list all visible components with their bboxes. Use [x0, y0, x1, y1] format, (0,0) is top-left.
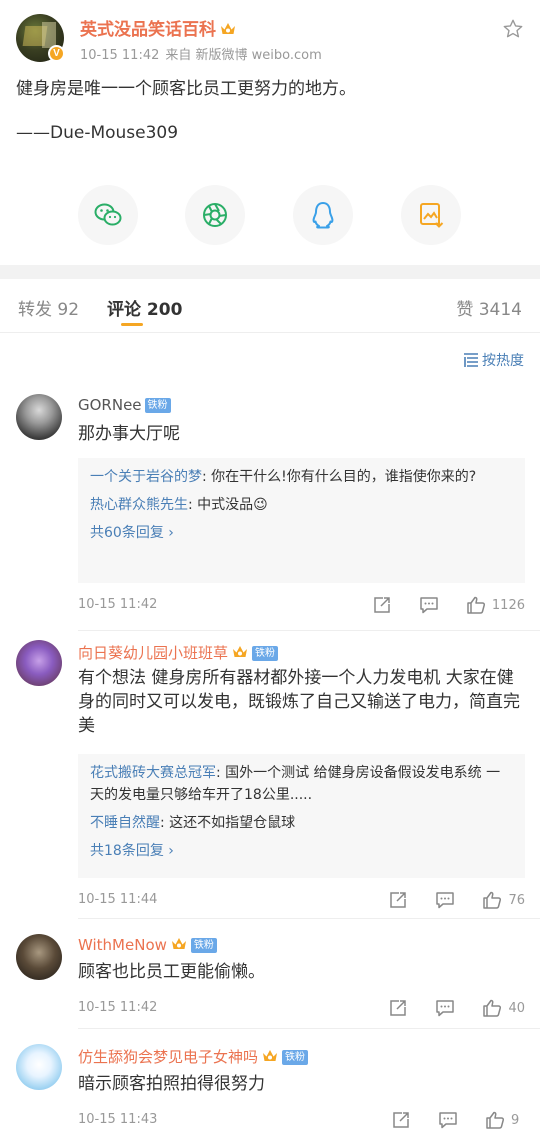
tab-bar: 转发 92 评论 200 赞 3414	[0, 279, 540, 333]
moments-icon	[203, 203, 227, 227]
qq-icon	[312, 202, 334, 229]
post-text: 健身房是唯一一个顾客比员工更努力的地方。 ——Due-Mouse309	[16, 79, 356, 143]
commenter-avatar[interactable]	[16, 640, 62, 686]
reply-icon[interactable]	[435, 890, 455, 910]
comment-footer: 10-15 11:42 1126	[78, 595, 525, 615]
share-icon[interactable]	[388, 998, 408, 1018]
weibo-post: V 英式没品笑话百科 10-15 11:42 来自 新版微博 weibo.com …	[0, 0, 540, 265]
sort-label[interactable]: 按热度	[482, 350, 524, 370]
more-replies-link[interactable]: 共18条回复 ›	[90, 840, 513, 860]
commenter-name[interactable]: 仿生舔狗会梦见电子女神吗 铁粉	[78, 1046, 309, 1067]
save-image-icon	[420, 203, 444, 228]
tab-likes[interactable]: 赞 3414	[456, 295, 522, 320]
share-row	[0, 185, 540, 245]
reply-user[interactable]: 一个关于岩谷的梦	[90, 469, 202, 485]
comment-actions: 9	[364, 1110, 525, 1130]
fan-badge: 铁粉	[282, 1050, 309, 1065]
reply-text: : 中式没品😉	[188, 497, 268, 513]
author-name-text[interactable]: 英式没品笑话百科	[80, 20, 216, 40]
commenter-name[interactable]: 向日葵幼儿园小班班草 铁粉	[78, 642, 279, 663]
author-name[interactable]: 英式没品笑话百科	[80, 15, 237, 40]
comment-time: 10-15 11:42	[78, 597, 158, 612]
comment-time: 10-15 11:43	[78, 1112, 158, 1127]
reply-preview[interactable]: 花式搬砖大赛总冠军: 国外一个测试 给健身房设备假设发电系统 一天的发电量只够给…	[78, 754, 525, 878]
post-time: 10-15 11:42	[80, 48, 160, 63]
crown-icon	[171, 938, 186, 949]
tab-active-indicator	[121, 323, 143, 326]
more-replies-link[interactable]: 共60条回复 ›	[90, 522, 513, 542]
like-icon[interactable]	[485, 1110, 505, 1130]
post-source: 来自 新版微博 weibo.com	[165, 48, 322, 63]
share-moments-button[interactable]	[185, 185, 245, 245]
comment-actions: 1126	[345, 595, 525, 615]
divider	[78, 1028, 540, 1029]
commenter-avatar[interactable]	[16, 1044, 62, 1090]
reply-icon[interactable]	[438, 1110, 458, 1130]
comment-text: 暗示顾客拍照拍得很努力	[78, 1074, 265, 1094]
save-image-button[interactable]	[401, 185, 461, 245]
crown-icon	[263, 1050, 278, 1061]
share-icon[interactable]	[391, 1110, 411, 1130]
commenter-avatar[interactable]	[16, 934, 62, 980]
fan-badge: 铁粉	[190, 938, 217, 953]
reply-user[interactable]: 热心群众熊先生	[90, 497, 188, 513]
reply-item: 不睡自然醒: 这还不如指望仓鼠球	[90, 812, 513, 834]
comment-footer: 10-15 11:42 40	[78, 998, 525, 1018]
share-icon[interactable]	[388, 890, 408, 910]
comment-text: 那办事大厅呢	[78, 424, 180, 444]
like-count: 1126	[491, 597, 525, 613]
fan-badge: 铁粉	[144, 398, 171, 413]
commenter-name-text[interactable]: 向日葵幼儿园小班班草	[78, 644, 228, 662]
commenter-avatar[interactable]	[16, 394, 62, 440]
reply-text: : 你在干什么!你有什么目的，谁指使你来的?	[202, 469, 477, 485]
fan-badge: 铁粉	[252, 646, 279, 661]
reply-item: 花式搬砖大赛总冠军: 国外一个测试 给健身房设备假设发电系统 一天的发电量只够给…	[90, 762, 513, 806]
tab-comments[interactable]: 评论 200	[107, 295, 182, 320]
like-count: 40	[508, 1000, 525, 1016]
verified-icon: V	[48, 45, 65, 62]
favorite-star-icon[interactable]	[502, 18, 524, 40]
comment-actions: 40	[361, 998, 525, 1018]
sort-by-hot-button[interactable]: 按热度	[462, 350, 524, 370]
share-wechat-button[interactable]	[78, 185, 138, 245]
wechat-icon	[94, 203, 122, 226]
crown-icon	[221, 23, 235, 34]
comment-time: 10-15 11:42	[78, 1000, 158, 1015]
reply-icon[interactable]	[419, 595, 439, 615]
divider	[78, 630, 540, 631]
reply-icon[interactable]	[435, 998, 455, 1018]
comment-footer: 10-15 11:44 76	[78, 890, 525, 910]
sort-icon	[464, 353, 478, 367]
like-count: 9	[511, 1112, 520, 1128]
like-icon[interactable]	[466, 595, 486, 615]
reply-user[interactable]: 花式搬砖大赛总冠军	[90, 765, 216, 781]
reply-item: 一个关于岩谷的梦: 你在干什么!你有什么目的，谁指使你来的?	[90, 466, 513, 488]
post-meta: 10-15 11:42 来自 新版微博 weibo.com	[80, 44, 328, 63]
share-qq-button[interactable]	[293, 185, 353, 245]
like-count: 76	[508, 892, 525, 908]
comment-footer: 10-15 11:43 9	[78, 1110, 525, 1130]
reply-text: : 这还不如指望仓鼠球	[160, 815, 296, 831]
commenter-name-text[interactable]: WithMeNow	[78, 936, 167, 954]
commenter-name[interactable]: GORNee 铁粉	[78, 396, 171, 414]
like-icon[interactable]	[482, 890, 502, 910]
comment-time: 10-15 11:44	[78, 892, 158, 907]
tab-repost[interactable]: 转发 92	[18, 295, 79, 320]
comment-actions: 76	[361, 890, 525, 910]
commenter-name[interactable]: WithMeNow 铁粉	[78, 936, 217, 954]
divider	[78, 918, 540, 919]
reply-preview[interactable]: 一个关于岩谷的梦: 你在干什么!你有什么目的，谁指使你来的? 热心群众熊先生: …	[78, 458, 525, 583]
crown-icon	[233, 646, 248, 657]
reply-item: 热心群众熊先生: 中式没品😉	[90, 494, 513, 516]
comment-text: 有个想法 健身房所有器材都外接一个人力发电机 大家在健身的同时又可以发电，既锻炼…	[78, 668, 520, 736]
commenter-name-text[interactable]: GORNee	[78, 396, 142, 414]
commenter-name-text[interactable]: 仿生舔狗会梦见电子女神吗	[78, 1048, 258, 1066]
section-divider	[0, 265, 540, 279]
share-icon[interactable]	[372, 595, 392, 615]
comment-text: 顾客也比员工更能偷懒。	[78, 962, 265, 982]
like-icon[interactable]	[482, 998, 502, 1018]
reply-user[interactable]: 不睡自然醒	[90, 815, 160, 831]
